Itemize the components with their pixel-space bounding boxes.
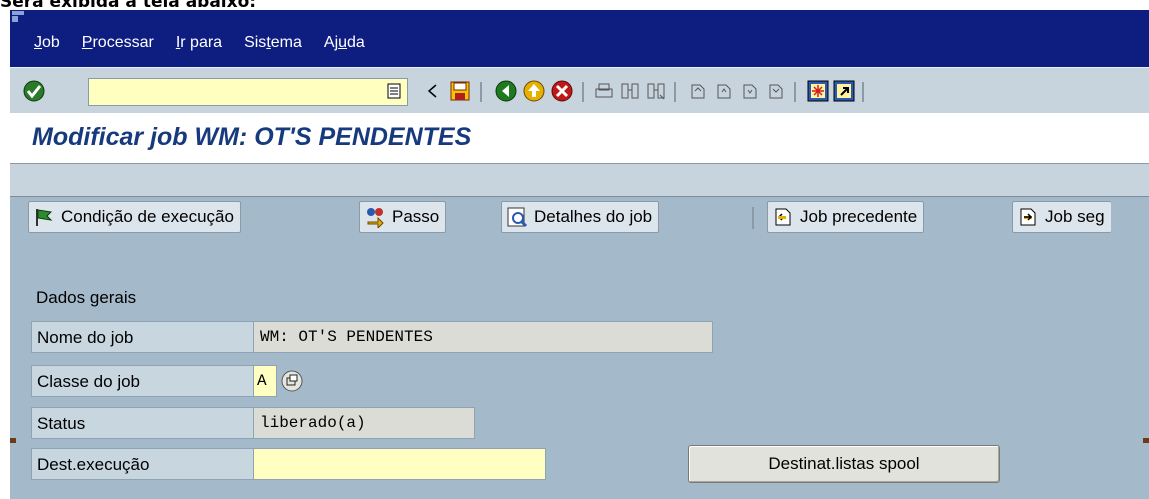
- window-edge-marker: [10, 438, 16, 443]
- possible-values-icon[interactable]: [280, 369, 304, 393]
- enter-icon[interactable]: [22, 79, 46, 103]
- application-toolbar: [10, 163, 1149, 197]
- toolbar-separator: [582, 82, 584, 102]
- menu-ir-para[interactable]: Ir para: [176, 34, 222, 58]
- find-next-icon[interactable]: [644, 79, 668, 103]
- collapse-icon[interactable]: [420, 79, 444, 103]
- detalhes-job-button[interactable]: Detalhes do job: [501, 201, 660, 233]
- page-title: Modificar job WM: OT'S PENDENTES: [32, 123, 472, 151]
- job-seguinte-button[interactable]: Job seg: [1012, 201, 1111, 233]
- menu-ajuda[interactable]: Ajuda: [324, 34, 365, 58]
- menu-bar: Job Processar Ir para Sistema Ajuda: [10, 10, 1149, 67]
- detalhes-job-label: Detalhes do job: [534, 207, 653, 226]
- job-precedente-button[interactable]: Job precedente: [767, 201, 925, 233]
- steps-icon: [364, 206, 386, 228]
- standard-toolbar: [10, 67, 1149, 115]
- sap-window: Job Processar Ir para Sistema Ajuda Modi…: [10, 10, 1149, 499]
- menu-processar[interactable]: Processar: [82, 34, 154, 58]
- menu-items: Job Processar Ir para Sistema Ajuda: [10, 34, 365, 58]
- job-precedente-label: Job precedente: [800, 207, 918, 226]
- status-label: Status: [31, 407, 259, 439]
- details-icon: [506, 206, 528, 228]
- nome-job-label: Nome do job: [31, 321, 259, 353]
- window-edge-marker: [1143, 438, 1149, 443]
- command-field[interactable]: [88, 78, 408, 106]
- successor-job-icon: [1017, 206, 1039, 228]
- print-icon[interactable]: [592, 79, 616, 103]
- classe-job-field[interactable]: A: [253, 365, 277, 397]
- menu-job[interactable]: Job: [34, 34, 60, 58]
- condicao-execucao-label: Condição de execução: [61, 207, 234, 226]
- next-page-icon[interactable]: [738, 79, 762, 103]
- toolbar-separator: [794, 82, 796, 102]
- back-icon[interactable]: [494, 79, 518, 103]
- toolbar-separator: [862, 82, 864, 102]
- previous-page-icon[interactable]: [712, 79, 736, 103]
- section-title: Dados gerais: [36, 288, 137, 307]
- condicao-execucao-button[interactable]: Condição de execução: [28, 201, 241, 233]
- dest-execucao-field[interactable]: [253, 448, 546, 480]
- save-icon[interactable]: [448, 79, 472, 103]
- cancel-icon[interactable]: [550, 79, 574, 103]
- exit-icon[interactable]: [522, 79, 546, 103]
- toolbar-separator: [674, 82, 676, 102]
- passo-label: Passo: [392, 207, 440, 226]
- menu-sistema[interactable]: Sistema: [244, 34, 302, 58]
- find-icon[interactable]: [618, 79, 642, 103]
- last-page-icon[interactable]: [764, 79, 788, 103]
- toolbar-separator: [480, 82, 482, 102]
- first-page-icon[interactable]: [686, 79, 710, 103]
- system-menu-icon[interactable]: [11, 10, 25, 24]
- predecessor-job-icon: [772, 206, 794, 228]
- shortcut-icon[interactable]: [832, 79, 856, 103]
- toolbar-separator: [752, 207, 754, 229]
- nome-job-field[interactable]: WM: OT'S PENDENTES: [253, 321, 713, 353]
- title-bar: Modificar job WM: OT'S PENDENTES: [10, 113, 1149, 163]
- new-session-icon[interactable]: [806, 79, 830, 103]
- status-field: liberado(a): [253, 407, 475, 439]
- flag-icon: [33, 206, 55, 228]
- classe-job-label: Classe do job: [31, 365, 259, 397]
- job-seguinte-label: Job seg: [1045, 207, 1105, 226]
- dest-execucao-label: Dest.execução: [31, 448, 259, 480]
- destinat-listas-spool-button[interactable]: Destinat.listas spool: [688, 445, 1000, 483]
- passo-button[interactable]: Passo: [359, 201, 447, 233]
- command-history-icon[interactable]: [382, 79, 406, 103]
